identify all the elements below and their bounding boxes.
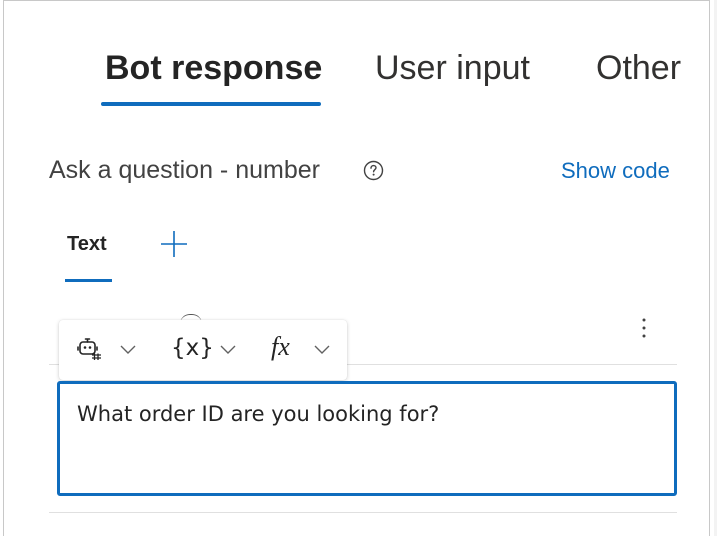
chevron-down-icon	[314, 345, 330, 354]
message-editor[interactable]: What order ID are you looking for?	[57, 381, 677, 496]
more-vertical-icon[interactable]	[636, 315, 652, 343]
insert-card-button[interactable]	[73, 332, 137, 366]
question-circle-icon[interactable]	[363, 160, 384, 181]
variable-label: {x}	[171, 335, 214, 361]
text-tab-indicator	[65, 279, 112, 282]
insert-variable-button[interactable]: {x}	[167, 332, 239, 366]
tab-other[interactable]: Other	[596, 48, 681, 88]
node-title: Ask a question - number	[49, 156, 320, 184]
insert-toolbar: {x} fx	[59, 320, 347, 380]
formula-label: fx	[271, 332, 290, 361]
plus-icon[interactable]	[159, 229, 189, 259]
bot-card-icon	[77, 338, 101, 360]
show-code-link[interactable]: Show code	[561, 157, 670, 185]
chevron-down-icon	[120, 345, 136, 354]
divider	[49, 512, 677, 513]
message-text[interactable]: What order ID are you looking for?	[77, 400, 439, 428]
tab-user-input[interactable]: User input	[375, 48, 530, 88]
tab-bot-response[interactable]: Bot response	[105, 48, 322, 88]
chevron-down-icon	[220, 345, 236, 354]
tab-text[interactable]: Text	[67, 231, 107, 257]
active-tab-indicator	[101, 102, 321, 106]
insert-formula-button[interactable]: fx	[267, 332, 335, 366]
